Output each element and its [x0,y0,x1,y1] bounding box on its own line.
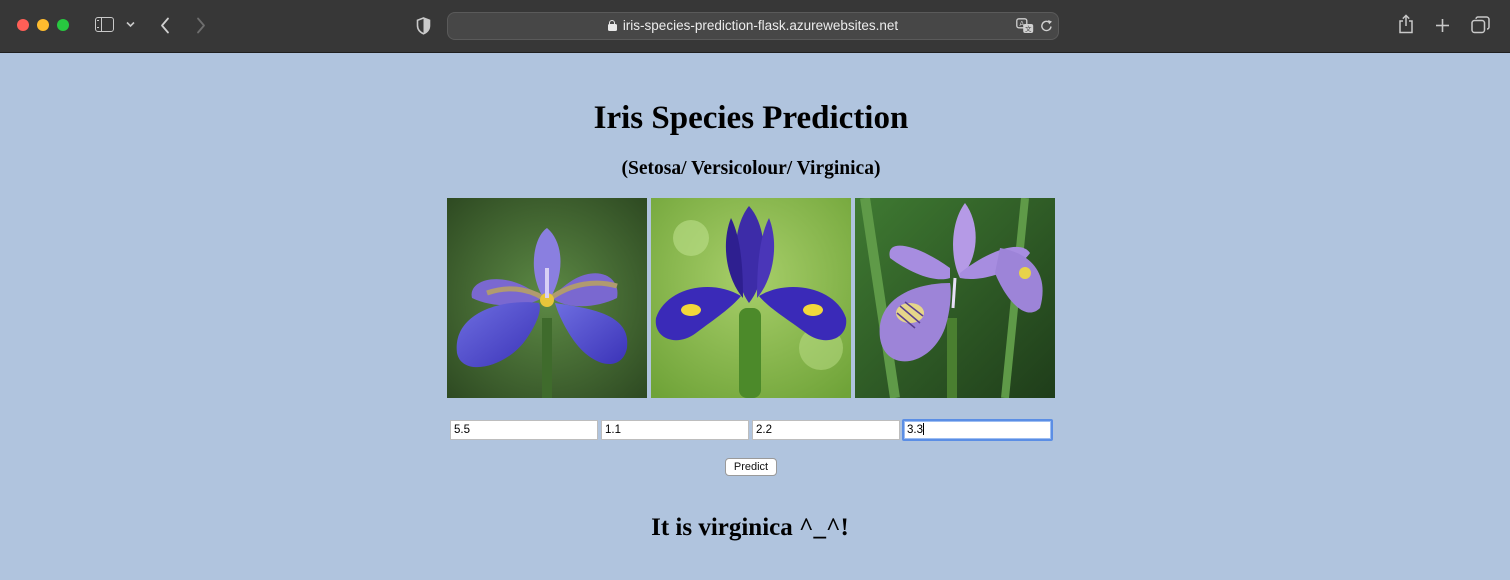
prediction-result: It is virginica ^_^! [651,514,849,541]
back-arrow-icon[interactable] [160,17,170,34]
zoom-window-icon[interactable] [57,19,69,31]
chevron-down-icon[interactable] [126,21,135,28]
iris-virginica-image [855,198,1055,398]
svg-text:文: 文 [1025,24,1032,33]
predict-button[interactable]: Predict [725,458,777,476]
sidebar-icon[interactable] [95,17,114,32]
share-icon[interactable] [1398,14,1414,34]
petal-length-input[interactable]: 2.2 [752,420,900,440]
sepal-width-input[interactable]: 1.1 [601,420,749,440]
page-content: Iris Species Prediction (Setosa/ Versico… [0,53,1510,580]
tab-overview-icon[interactable] [1471,16,1490,34]
new-tab-icon[interactable] [1435,18,1450,33]
address-bar[interactable]: iris-species-prediction-flask.azurewebsi… [447,12,1059,40]
sepal-length-input[interactable]: 5.5 [450,420,598,440]
forward-arrow-icon[interactable] [196,17,206,34]
lock-icon [607,20,617,31]
shield-icon[interactable] [416,17,431,35]
petal-width-input[interactable]: 3.3 [902,419,1053,441]
iris-versicolor-image [651,198,851,398]
minimize-window-icon[interactable] [37,19,49,31]
iris-setosa-image [447,198,647,398]
url-text: iris-species-prediction-flask.azurewebsi… [622,18,899,33]
browser-toolbar: iris-species-prediction-flask.azurewebsi… [0,0,1510,53]
petal-width-value: 3.3 [907,424,923,436]
page-subtitle: (Setosa/ Versicolour/ Virginica) [621,158,881,179]
close-window-icon[interactable] [17,19,29,31]
translate-icon[interactable]: A 文 [1016,18,1034,34]
page-title: Iris Species Prediction [593,100,909,136]
text-cursor [923,423,924,435]
reload-icon[interactable] [1040,19,1053,33]
